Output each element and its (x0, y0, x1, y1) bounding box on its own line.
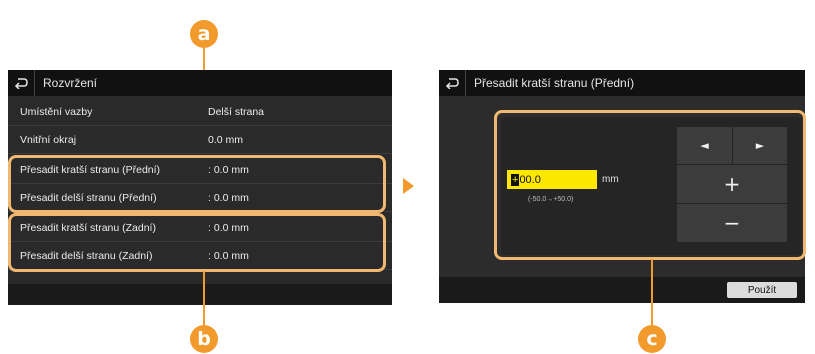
setting-row-inner-margin[interactable]: Vnitřní okraj 0.0 mm (8, 126, 392, 154)
highlight-frame-c (494, 110, 806, 260)
callout-marker-c: c (638, 325, 666, 353)
title-bar: Rozvržení (8, 70, 392, 96)
apply-label: Použít (747, 284, 777, 296)
setting-row-binding-location[interactable]: Umístění vazby Delší strana (8, 98, 392, 126)
callout-line-c (651, 259, 653, 325)
setting-value: 0.0 mm (208, 133, 244, 146)
back-arrow-icon (445, 78, 459, 89)
highlight-frame-a (8, 155, 386, 213)
callout-marker-a: a (190, 20, 218, 48)
title-bar: Přesadit kratší stranu (Přední) (439, 70, 805, 96)
setting-value: Delší strana (208, 105, 265, 118)
callout-line-b (203, 271, 205, 325)
setting-label: Umístění vazby (20, 105, 93, 118)
back-arrow-icon (14, 78, 28, 89)
highlight-frame-b (8, 213, 386, 272)
back-button[interactable] (8, 70, 35, 96)
callout-marker-b: b (190, 325, 218, 353)
setting-label: Vnitřní okraj (20, 133, 77, 146)
screen-title: Rozvržení (43, 76, 98, 90)
back-button[interactable] (439, 70, 466, 96)
next-step-arrow-icon (403, 178, 414, 194)
screen-title: Přesadit kratší stranu (Přední) (474, 76, 635, 90)
apply-button[interactable]: Použít (727, 282, 797, 298)
bottom-bar (8, 284, 392, 305)
